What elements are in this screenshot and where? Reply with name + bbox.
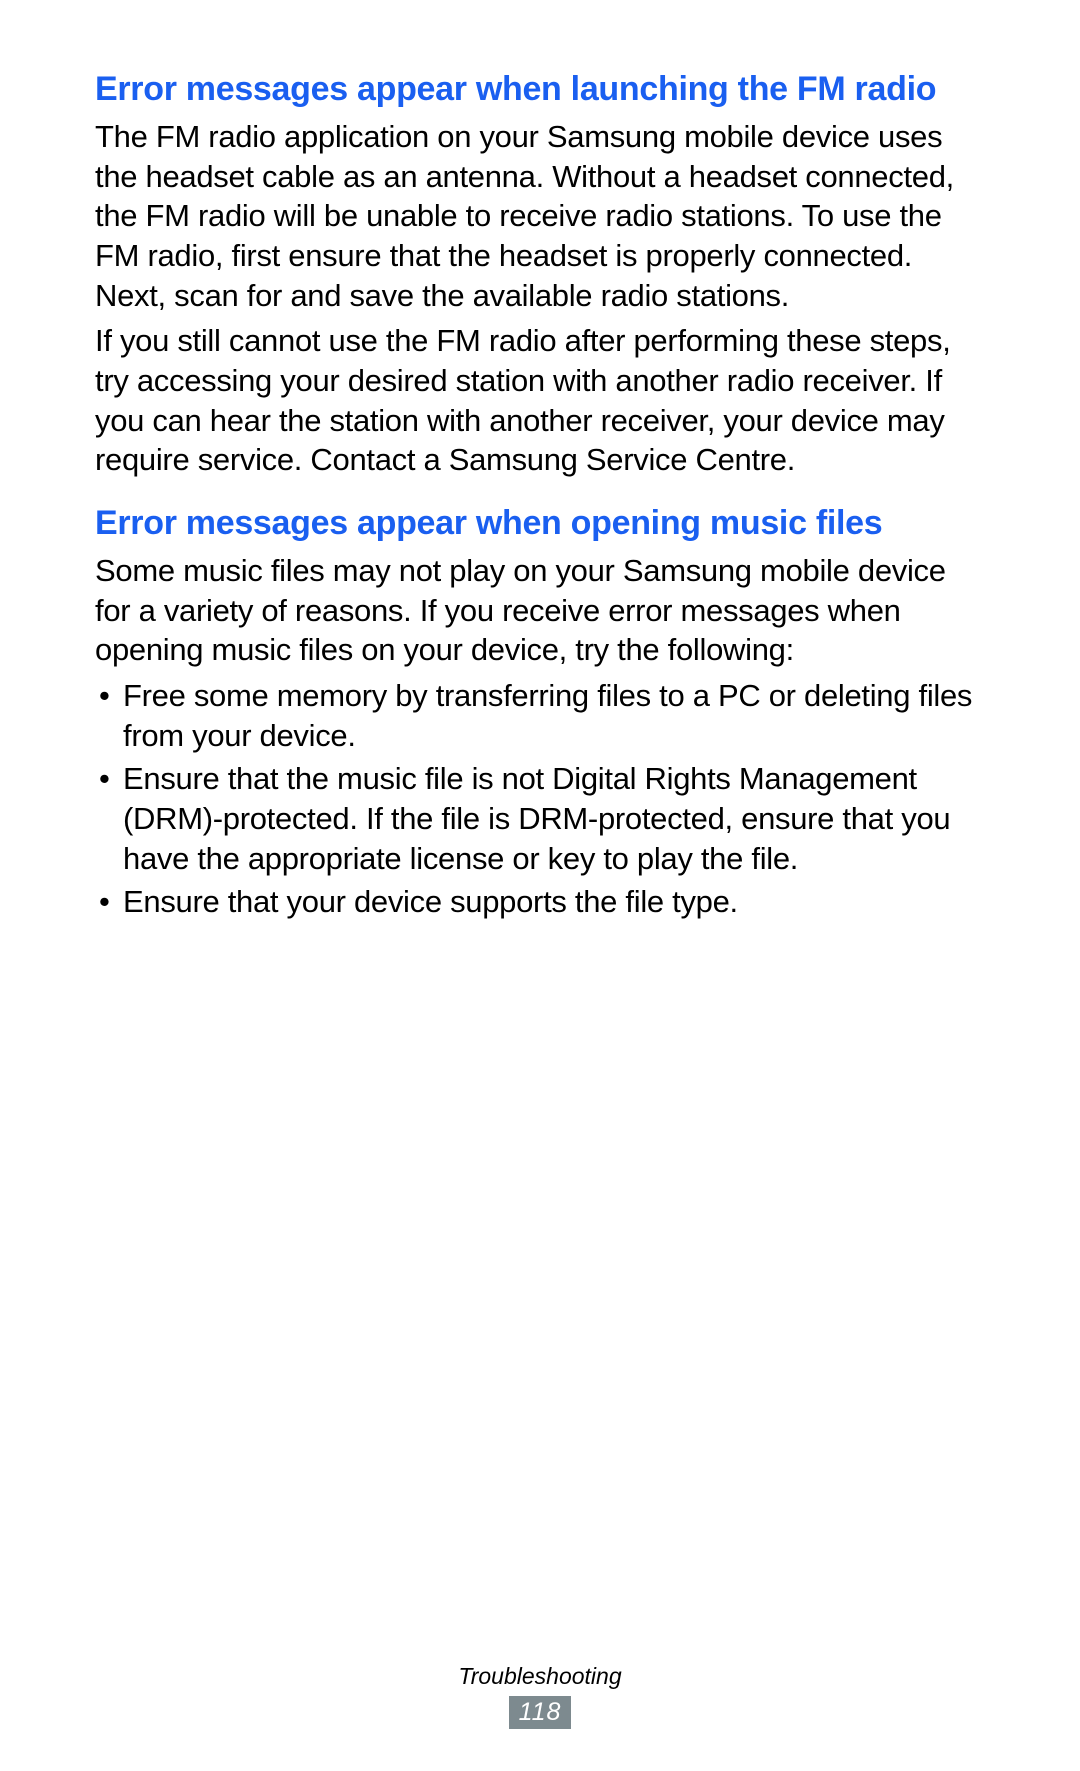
section-heading-music-files: Error messages appear when opening music… [95,504,985,543]
footer-section-label: Troubleshooting [0,1663,1080,1690]
list-item: Free some memory by transferring files t… [95,676,985,755]
section-heading-fm-radio: Error messages appear when launching the… [95,70,985,109]
bullet-list: Free some memory by transferring files t… [95,676,985,922]
body-paragraph: Some music files may not play on your Sa… [95,551,985,670]
list-item: Ensure that your device supports the fil… [95,882,985,922]
body-paragraph: If you still cannot use the FM radio aft… [95,321,985,480]
page-content: Error messages appear when launching the… [0,0,1080,922]
list-item: Ensure that the music file is not Digita… [95,759,985,878]
page-footer: Troubleshooting 118 [0,1663,1080,1729]
body-paragraph: The FM radio application on your Samsung… [95,117,985,315]
page-number: 118 [509,1696,572,1729]
